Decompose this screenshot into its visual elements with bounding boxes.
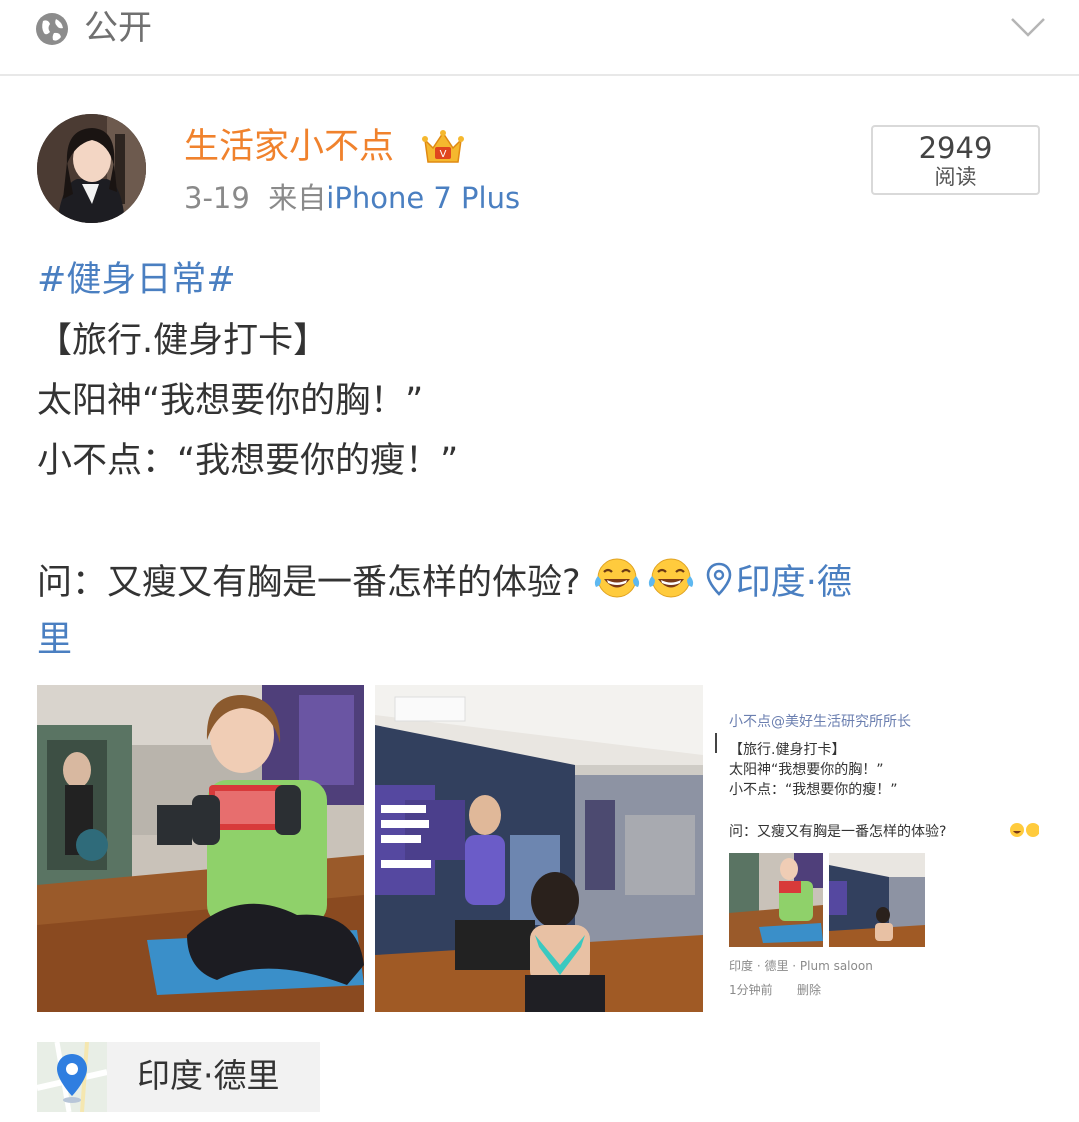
chevron-down-icon[interactable] (1010, 16, 1046, 38)
location-chip-label: 印度·德里 (137, 1056, 280, 1095)
visibility-bar[interactable]: 公开 (0, 0, 1079, 76)
read-label: 阅读 (934, 165, 977, 189)
read-count-box: 2949 阅读 (871, 125, 1040, 195)
post-text-question: 问：又瘦又有胸是一番怎样的体验? (37, 563, 581, 603)
embedded-line-2: 太阳神“我想要你的胸！” (729, 762, 884, 778)
source-device[interactable]: iPhone 7 Plus (326, 181, 520, 215)
post-text-line-2: 太阳神“我想要你的胸！” (37, 381, 424, 421)
embedded-divider (715, 733, 717, 753)
post-date: 3-19 (184, 181, 250, 215)
embedded-location: 印度 · 德里 · Plum saloon (729, 959, 873, 973)
visibility-label: 公开 (84, 8, 152, 48)
avatar[interactable] (37, 114, 146, 223)
embedded-header: 小不点@美好生活研究所所长 (729, 714, 911, 730)
author-name[interactable]: 生活家小不点 (184, 124, 394, 170)
post-photo-1[interactable] (37, 685, 364, 1012)
embedded-line-1: 【旅行.健身打卡】 (729, 742, 846, 758)
embedded-thumbnails (729, 853, 925, 947)
read-count: 2949 (918, 131, 993, 165)
post-photo-3[interactable]: 小不点@美好生活研究所所长 【旅行.健身打卡】 太阳神“我想要你的胸！” 小不点… (713, 685, 1042, 1012)
post-photo-2[interactable] (375, 685, 703, 1012)
globe-icon (36, 13, 68, 45)
laugh-cry-emoji-icon (594, 558, 639, 598)
location-link[interactable]: 印度·德 (736, 563, 852, 603)
post-text-line-1: 【旅行.健身打卡】 (37, 321, 329, 361)
map-pin-icon (37, 1042, 107, 1112)
svg-text:V: V (440, 149, 447, 160)
embedded-line-3: 小不点：“我想要你的瘦！” (729, 782, 898, 798)
post-text-line-3: 小不点：“我想要你的瘦！” (37, 441, 459, 481)
laugh-cry-emoji-icon (648, 558, 693, 598)
post-meta: 3-19 来自iPhone 7 Plus (184, 178, 520, 218)
location-chip[interactable]: 印度·德里 (37, 1042, 320, 1112)
source-prefix: 来自 (268, 181, 327, 215)
post-text-line-4: 问：又瘦又有胸是一番怎样的体验? 印度·德 (37, 556, 852, 607)
embedded-time: 1分钟前 (729, 983, 773, 997)
embedded-line-4: 问：又瘦又有胸是一番怎样的体验? (729, 824, 947, 840)
location-link-continued[interactable]: 里 (37, 616, 72, 664)
location-pin-icon (706, 562, 732, 596)
laugh-cry-emoji-icon (1010, 823, 1039, 837)
vip-crown-icon: V (422, 130, 464, 163)
hashtag-link[interactable]: #健身日常# (37, 256, 236, 304)
embedded-delete: 删除 (797, 983, 822, 997)
